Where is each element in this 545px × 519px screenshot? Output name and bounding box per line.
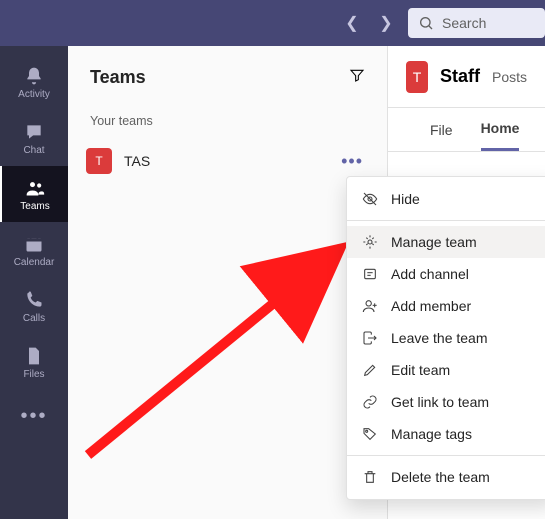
menu-get-link[interactable]: Get link to team [347,386,545,418]
search-icon [418,15,434,31]
link-icon [361,394,379,410]
rail-activity[interactable]: Activity [0,54,68,110]
menu-hide[interactable]: Hide [347,183,545,215]
menu-label: Add channel [391,266,469,282]
rail-label: Teams [20,201,49,212]
menu-label: Manage tags [391,426,472,442]
menu-separator [347,455,545,456]
channel-icon [361,266,379,282]
chat-icon [24,121,44,143]
menu-label: Leave the team [391,330,488,346]
bell-icon [24,65,44,87]
channel-label: Posts [492,69,527,85]
rail-label: Activity [18,89,50,100]
menu-leave-team[interactable]: Leave the team [347,322,545,354]
rail-label: Calendar [14,257,55,268]
rail-calls[interactable]: Calls [0,278,68,334]
menu-label: Edit team [391,362,450,378]
teams-title: Teams [90,67,146,88]
menu-label: Delete the team [391,469,490,485]
add-member-icon [361,298,379,314]
your-teams-label: Your teams [68,108,387,138]
teams-panel: Teams Your teams T TAS ••• [68,46,388,519]
rail-calendar[interactable]: Calendar [0,222,68,278]
rail-chat[interactable]: Chat [0,110,68,166]
rail-teams[interactable]: Teams [0,166,68,222]
team-row[interactable]: T TAS ••• [68,138,387,184]
eye-off-icon [361,191,379,207]
teams-header: Teams [68,46,387,108]
menu-label: Get link to team [391,394,489,410]
tab-home[interactable]: Home [481,108,520,151]
pencil-icon [361,362,379,378]
phone-icon [24,289,44,311]
menu-label: Add member [391,298,471,314]
team-avatar: T [86,148,112,174]
title-bar: ❮ ❯ Search [0,0,545,46]
menu-label: Manage team [391,234,477,250]
menu-add-member[interactable]: Add member [347,290,545,322]
search-placeholder: Search [442,15,486,31]
menu-manage-team[interactable]: Manage team [347,226,545,258]
menu-add-channel[interactable]: Add channel [347,258,545,290]
content-header: T Staff Posts [388,46,545,108]
team-context-menu: Hide Manage team Add channel Add member … [346,176,545,500]
rail-label: Files [23,369,44,380]
app-rail: Activity Chat Teams Calendar Calls Files… [0,46,68,519]
content-tabs: File Home [388,108,545,152]
search-input[interactable]: Search [408,8,545,38]
rail-label: Calls [23,313,45,324]
content-team-name: Staff [440,66,480,87]
calendar-icon [24,233,44,255]
rail-more-icon[interactable]: ••• [20,396,47,436]
nav-forward-icon[interactable]: ❯ [374,13,398,33]
tag-icon [361,426,379,442]
gear-icon [361,234,379,250]
tab-file[interactable]: File [430,108,453,151]
content-team-avatar: T [406,61,428,93]
filter-icon[interactable] [349,67,365,88]
team-name-label: TAS [124,153,150,169]
leave-icon [361,330,379,346]
menu-manage-tags[interactable]: Manage tags [347,418,545,450]
menu-edit-team[interactable]: Edit team [347,354,545,386]
menu-delete-team[interactable]: Delete the team [347,461,545,493]
menu-separator [347,220,545,221]
nav-back-icon[interactable]: ❮ [340,13,364,33]
menu-label: Hide [391,191,420,207]
rail-files[interactable]: Files [0,334,68,390]
teams-icon [25,177,45,199]
trash-icon [361,469,379,485]
more-options-icon[interactable]: ••• [335,151,369,172]
rail-label: Chat [23,145,44,156]
file-icon [24,345,44,367]
